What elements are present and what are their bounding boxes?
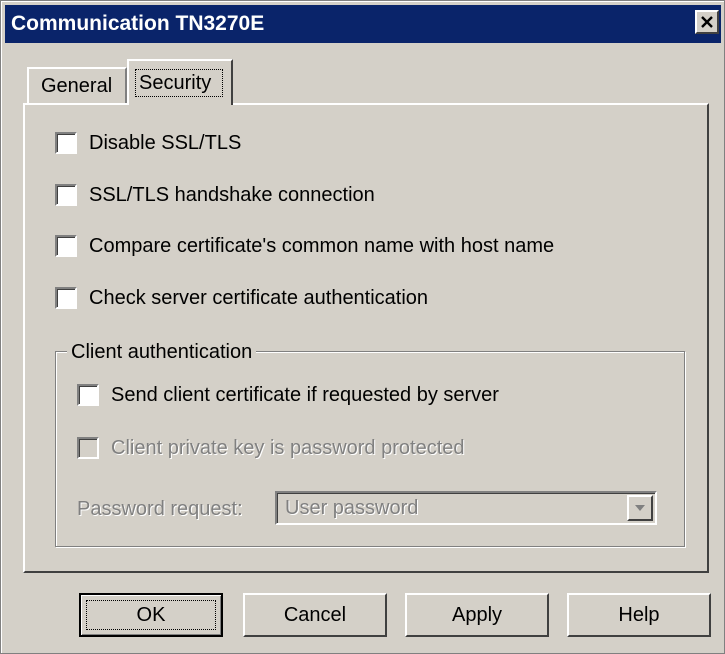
password-request-dropdown-button bbox=[627, 495, 653, 521]
cancel-button[interactable]: Cancel bbox=[243, 593, 387, 637]
password-request-value: User password bbox=[285, 497, 419, 519]
key-password-protected-label: Client private key is password protected bbox=[111, 437, 465, 459]
ssl-handshake-label: SSL/TLS handshake connection bbox=[89, 184, 375, 206]
dialog-window: Communication TN3270E General Security D… bbox=[0, 0, 725, 654]
tab-security[interactable]: Security bbox=[127, 59, 233, 105]
password-request-select: User password bbox=[275, 491, 657, 525]
send-client-cert-checkbox[interactable] bbox=[77, 384, 99, 406]
close-icon bbox=[701, 16, 713, 28]
tab-general[interactable]: General bbox=[27, 67, 127, 103]
password-request-label: Password request: bbox=[77, 498, 243, 520]
key-password-protected-checkbox bbox=[77, 437, 99, 459]
tab-general-label: General bbox=[41, 75, 113, 97]
window-title: Communication TN3270E bbox=[11, 12, 265, 35]
cancel-button-label: Cancel bbox=[283, 604, 347, 626]
check-server-cert-checkbox[interactable] bbox=[55, 287, 77, 309]
apply-button[interactable]: Apply bbox=[405, 593, 549, 637]
ssl-handshake-checkbox[interactable] bbox=[55, 184, 77, 206]
compare-cn-checkbox[interactable] bbox=[55, 235, 77, 257]
tab-focus-rect bbox=[135, 69, 223, 97]
check-server-cert-label: Check server certificate authentication bbox=[89, 287, 429, 309]
send-client-cert-label: Send client certificate if requested by … bbox=[111, 384, 499, 406]
title-bar[interactable]: Communication TN3270E bbox=[5, 5, 721, 43]
disable-ssl-checkbox[interactable] bbox=[55, 132, 77, 154]
apply-button-label: Apply bbox=[451, 604, 503, 626]
help-button[interactable]: Help bbox=[567, 593, 711, 637]
chevron-down-icon bbox=[635, 505, 645, 511]
ok-focus-rect bbox=[86, 600, 216, 630]
close-button[interactable] bbox=[695, 10, 719, 34]
disable-ssl-label: Disable SSL/TLS bbox=[89, 132, 242, 154]
client-auth-group-label: Client authentication bbox=[67, 340, 257, 364]
help-button-label: Help bbox=[618, 604, 660, 626]
compare-cn-label: Compare certificate's common name with h… bbox=[89, 235, 555, 257]
ok-button[interactable]: OK bbox=[79, 593, 223, 637]
